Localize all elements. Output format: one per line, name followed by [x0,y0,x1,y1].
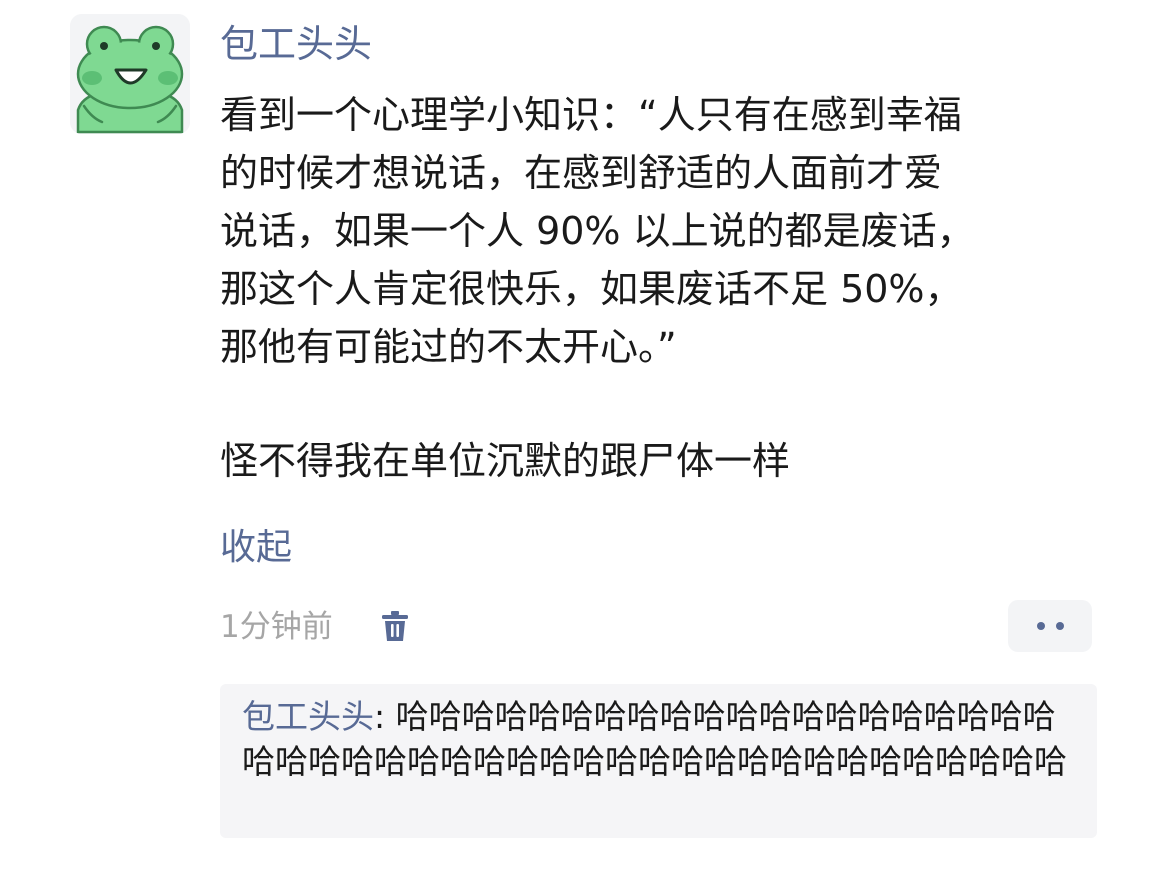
post-text-line: 那他有可能过的不太开心。” [220,325,677,369]
post-text-line: 的时候才想说话，在感到舒适的人面前才爱 [220,151,943,195]
reply-box: 包工头头: 哈哈哈哈哈哈哈哈哈哈哈哈哈哈哈哈哈哈哈哈哈哈哈哈哈哈哈哈哈哈哈哈哈哈… [220,684,1097,838]
delete-button[interactable] [378,604,412,648]
more-dots-icon [1036,622,1045,630]
collapse-link[interactable]: 收起 [220,522,292,574]
post-text-line: 说话，如果一个人 90% 以上说的都是废话， [220,209,975,253]
post-timestamp: 1分钟前 [220,609,333,645]
post-text-line: 看到一个心理学小知识：“人只有在感到幸福 [220,93,962,137]
reply-author-name[interactable]: 包工头头 [242,697,374,736]
avatar[interactable] [70,14,190,134]
reply-separator: : [374,697,396,736]
trash-icon [382,611,408,641]
post-comment-line: 怪不得我在单位沉默的跟尸体一样 [220,439,791,483]
post-body: 看到一个心理学小知识：“人只有在感到幸福 的时候才想说话，在感到舒适的人面前才爱… [220,86,1110,490]
reply-item: 包工头头: 哈哈哈哈哈哈哈哈哈哈哈哈哈哈哈哈哈哈哈哈哈哈哈哈哈哈哈哈哈哈哈哈哈哈… [242,694,1082,784]
post-author-name[interactable]: 包工头头 [220,18,372,70]
post-text-line: 那这个人肯定很快乐，如果废话不足 50%， [220,267,963,311]
more-options-button[interactable] [1008,600,1092,652]
frog-avatar-icon [70,14,190,134]
more-dots-icon [1055,622,1064,630]
